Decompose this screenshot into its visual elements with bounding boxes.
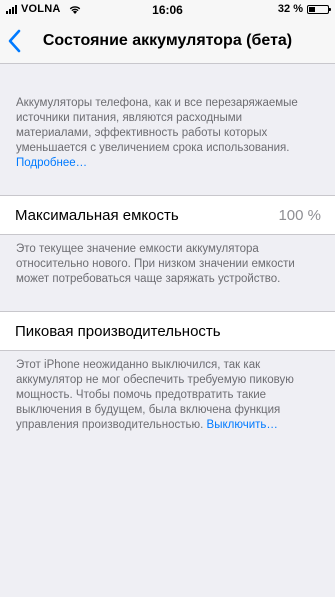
status-bar: VOLNA 16:06 32 % bbox=[0, 0, 335, 20]
peak-performance-description: Этот iPhone неожиданно выключился, так к… bbox=[0, 351, 335, 433]
max-capacity-value: 100 % bbox=[278, 206, 321, 224]
page-title: Состояние аккумулятора (бета) bbox=[42, 32, 293, 49]
max-capacity-description: Это текущее значение емкости аккумулятор… bbox=[16, 243, 295, 285]
learn-more-link[interactable]: Подробнее… bbox=[16, 157, 87, 169]
status-right: 32 % bbox=[277, 3, 331, 15]
battery-percent: 32 % bbox=[277, 3, 303, 15]
battery-icon bbox=[307, 4, 331, 14]
intro-description: Аккумуляторы телефона, как и все перезар… bbox=[0, 64, 335, 195]
peak-performance-label: Пиковая производительность bbox=[15, 322, 221, 340]
disable-link[interactable]: Выключить… bbox=[207, 419, 278, 431]
intro-text: Аккумуляторы телефона, как и все перезар… bbox=[16, 97, 298, 154]
peak-performance-row: Пиковая производительность bbox=[0, 311, 335, 351]
max-capacity-label: Максимальная емкость bbox=[15, 206, 179, 224]
settings-content: Аккумуляторы телефона, как и все перезар… bbox=[0, 64, 335, 433]
navigation-bar: Состояние аккумулятора (бета) bbox=[0, 20, 335, 64]
battery-level-fill bbox=[309, 6, 315, 12]
max-capacity-row: Максимальная емкость 100 % bbox=[0, 195, 335, 235]
